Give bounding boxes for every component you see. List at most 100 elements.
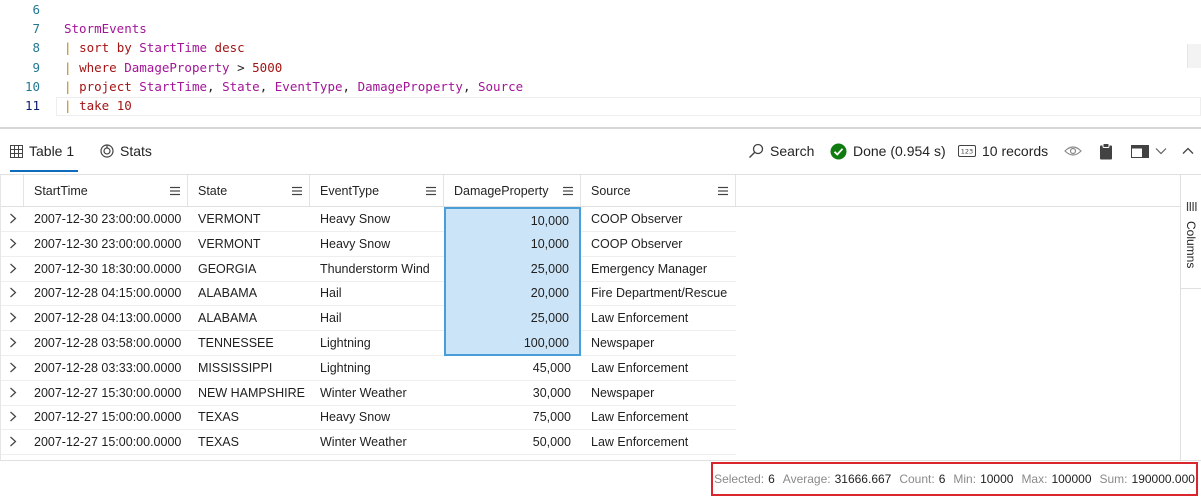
table-cell[interactable]: 50,000: [444, 430, 581, 454]
hamburger-menu-icon[interactable]: [285, 186, 309, 196]
collapse-results-button[interactable]: [1182, 130, 1194, 172]
count-value: 6: [938, 472, 946, 486]
chevron-right-icon[interactable]: [9, 238, 17, 252]
table-cell[interactable]: Emergency Manager: [591, 257, 731, 281]
hamburger-menu-icon[interactable]: [163, 186, 187, 196]
table-cell[interactable]: COOP Observer: [591, 207, 731, 231]
table-cell[interactable]: 75,000: [444, 405, 581, 429]
average-value: 31666.667: [834, 472, 892, 486]
chevron-right-icon[interactable]: [9, 387, 17, 401]
column-header-source[interactable]: Source: [581, 175, 736, 206]
search-button[interactable]: Search: [748, 130, 814, 172]
columns-panel-tab[interactable]: Columns: [1181, 191, 1201, 289]
table-cell[interactable]: ALABAMA: [198, 306, 310, 330]
table-cell[interactable]: 2007-12-27 15:30:00.0000: [34, 381, 184, 405]
chevron-right-icon[interactable]: [9, 263, 17, 277]
chevron-right-icon[interactable]: [9, 287, 17, 301]
table-cell[interactable]: 45,000: [444, 356, 581, 380]
table-cell[interactable]: NEW HAMPSHIRE: [198, 381, 310, 405]
table-row[interactable]: 2007-12-30 18:30:00.0000 GEORGIA Thunderst…: [1, 256, 736, 282]
visibility-button[interactable]: [1064, 130, 1082, 172]
editor-scrollbar[interactable]: [1187, 44, 1201, 68]
table-cell[interactable]: Hail: [320, 306, 444, 330]
chevron-right-icon[interactable]: [9, 337, 17, 351]
table-cell[interactable]: 20,000: [444, 281, 581, 307]
table-row[interactable]: 2007-12-28 04:15:00.0000 ALABAMA Hail 20,00…: [1, 281, 736, 307]
table-cell[interactable]: 2007-12-28 03:58:00.0000: [34, 331, 184, 355]
table-cell[interactable]: 2007-12-27 15:00:00.0000: [34, 405, 184, 429]
hamburger-menu-icon[interactable]: [711, 186, 735, 196]
table-cell[interactable]: 25,000: [444, 306, 581, 331]
table-cell[interactable]: Newspaper: [591, 331, 731, 355]
column-header-starttime[interactable]: StartTime: [24, 175, 188, 206]
table-cell[interactable]: Thunderstorm Wind: [320, 257, 444, 281]
editor-results-splitter[interactable]: [0, 127, 1201, 129]
table-row[interactable]: 2007-12-27 15:30:00.0000 NEW HAMPSHIRE Win…: [1, 381, 736, 406]
column-header-eventtype[interactable]: EventType: [310, 175, 444, 206]
code-line[interactable]: StormEvents: [64, 21, 147, 36]
table-cell[interactable]: 2007-12-28 04:13:00.0000: [34, 306, 184, 330]
chevron-right-icon[interactable]: [9, 436, 17, 450]
column-header-damageproperty[interactable]: DamageProperty: [444, 175, 581, 206]
table-cell[interactable]: Law Enforcement: [591, 306, 731, 330]
hamburger-menu-icon[interactable]: [419, 186, 443, 196]
table-cell[interactable]: Heavy Snow: [320, 232, 444, 256]
table-cell[interactable]: GEORGIA: [198, 257, 310, 281]
table-cell[interactable]: Hail: [320, 281, 444, 305]
table-cell[interactable]: 100,000: [444, 331, 581, 356]
table-cell[interactable]: TEXAS: [198, 405, 310, 429]
table-row[interactable]: 2007-12-27 15:00:00.0000 TEXAS Winter Weat…: [1, 430, 736, 456]
table-cell[interactable]: TEXAS: [198, 430, 310, 454]
table-cell[interactable]: Law Enforcement: [591, 405, 731, 429]
table-row[interactable]: 2007-12-27 15:00:00.0000 TEXAS Heavy Snow 7…: [1, 405, 736, 431]
table-row[interactable]: 2007-12-30 23:00:00.0000 VERMONT Heavy Sno…: [1, 231, 736, 257]
table-cell[interactable]: Winter Weather: [320, 430, 444, 454]
column-header-state[interactable]: State: [188, 175, 310, 206]
table-cell[interactable]: 10,000: [444, 231, 581, 257]
chevron-right-icon[interactable]: [9, 362, 17, 376]
code-token: take: [79, 98, 117, 113]
query-editor[interactable]: 6 7 StormEvents 8 | sort by StartTime desc 9 |…: [0, 0, 1201, 128]
table-cell[interactable]: 10,000: [444, 207, 581, 232]
chevron-right-icon[interactable]: [9, 312, 17, 326]
table-row[interactable]: 2007-12-28 04:13:00.0000 ALABAMA Hail 25,00…: [1, 306, 736, 332]
table-cell[interactable]: 2007-12-27 15:00:00.0000: [34, 430, 184, 454]
tab-table-1[interactable]: Table 1: [10, 130, 79, 172]
table-cell[interactable]: 2007-12-30 18:30:00.0000: [34, 257, 184, 281]
table-cell[interactable]: 2007-12-30 23:00:00.0000: [34, 232, 184, 256]
table-cell[interactable]: 25,000: [444, 256, 581, 282]
table-cell[interactable]: Heavy Snow: [320, 207, 444, 231]
table-cell[interactable]: COOP Observer: [591, 232, 731, 256]
table-cell[interactable]: MISSISSIPPI: [198, 356, 310, 380]
table-cell[interactable]: 2007-12-30 23:00:00.0000: [34, 207, 184, 231]
table-cell[interactable]: Heavy Snow: [320, 405, 444, 429]
table-cell[interactable]: Lightning: [320, 331, 444, 355]
table-cell[interactable]: ALABAMA: [198, 281, 310, 305]
hamburger-menu-icon[interactable]: [556, 186, 580, 196]
results-grid[interactable]: StartTime State EventType DamageProperty…: [0, 174, 1181, 460]
chevron-right-icon[interactable]: [9, 213, 17, 227]
table-row[interactable]: 2007-12-28 03:58:00.0000 TENNESSEE Lightni…: [1, 331, 736, 356]
table-cell[interactable]: Fire Department/Rescue: [591, 281, 731, 305]
table-cell[interactable]: 2007-12-28 03:33:00.0000: [34, 356, 184, 380]
table-row[interactable]: 2007-12-28 03:33:00.0000 MISSISSIPPI Light…: [1, 356, 736, 381]
table-cell[interactable]: 30,000: [444, 381, 581, 405]
table-cell[interactable]: Law Enforcement: [591, 356, 731, 380]
code-line[interactable]: | where DamageProperty > 5000: [64, 60, 282, 75]
table-cell[interactable]: Newspaper: [591, 381, 731, 405]
table-cell[interactable]: TENNESSEE: [198, 331, 310, 355]
table-cell[interactable]: VERMONT: [198, 207, 310, 231]
code-line[interactable]: | sort by StartTime desc: [64, 40, 245, 55]
code-line[interactable]: | take 10: [64, 98, 132, 113]
table-cell[interactable]: Winter Weather: [320, 381, 444, 405]
table-cell[interactable]: Lightning: [320, 356, 444, 380]
chevron-right-icon[interactable]: [9, 411, 17, 425]
code-line[interactable]: | project StartTime, State, EventType, D…: [64, 79, 523, 94]
table-row[interactable]: 2007-12-30 23:00:00.0000 VERMONT Heavy Sno…: [1, 207, 736, 232]
table-cell[interactable]: Law Enforcement: [591, 430, 731, 454]
table-cell[interactable]: VERMONT: [198, 232, 310, 256]
tab-stats[interactable]: Stats: [100, 130, 152, 172]
layout-dropdown[interactable]: [1131, 130, 1167, 172]
table-cell[interactable]: 2007-12-28 04:15:00.0000: [34, 281, 184, 305]
copy-button[interactable]: [1099, 130, 1113, 172]
